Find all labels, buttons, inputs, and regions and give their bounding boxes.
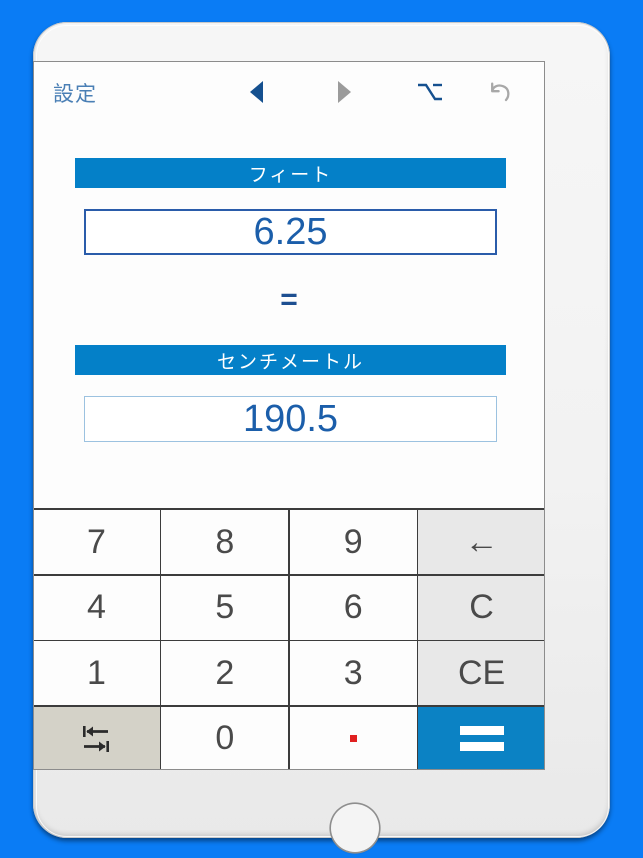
menu-button[interactable] <box>534 62 545 121</box>
option-key-icon <box>418 83 442 100</box>
key-1-label: 1 <box>86 653 106 692</box>
key-7[interactable]: 7 <box>34 510 160 575</box>
home-button[interactable] <box>331 804 379 852</box>
key-9[interactable]: 9 <box>289 510 417 575</box>
key-backspace-label: ← <box>464 522 499 561</box>
from-value-input[interactable]: 6.25 <box>84 209 497 255</box>
settings-link[interactable]: 設定 <box>53 78 97 108</box>
equals-icon <box>459 726 504 752</box>
key-0-label: 0 <box>215 719 235 758</box>
conversion-panel: フィート 6.25 = センチメートル 190.5 <box>34 122 544 508</box>
equals-separator: = <box>280 283 298 316</box>
key-clear-label: C <box>469 588 494 627</box>
key-3[interactable]: 3 <box>289 641 417 706</box>
swap-units-icon <box>83 725 110 752</box>
key-6[interactable]: 6 <box>289 575 417 640</box>
to-value-input[interactable]: 190.5 <box>84 396 497 442</box>
key-4[interactable]: 4 <box>34 575 160 640</box>
triangle-right-icon <box>337 80 351 103</box>
key-5[interactable]: 5 <box>161 575 289 640</box>
decimal-point-icon <box>349 735 357 743</box>
key-decimal[interactable] <box>289 706 417 769</box>
key-clear[interactable]: C <box>418 575 544 640</box>
to-unit-selector[interactable]: センチメートル <box>75 345 506 375</box>
key-3-label: 3 <box>343 653 363 692</box>
previous-button[interactable] <box>230 62 282 121</box>
key-clear-entry-label: CE <box>457 653 506 692</box>
key-9-label: 9 <box>343 522 363 561</box>
key-equals[interactable] <box>418 706 544 769</box>
from-unit-selector[interactable]: フィート <box>75 158 506 188</box>
key-2[interactable]: 2 <box>161 641 289 706</box>
key-2-label: 2 <box>215 653 235 692</box>
key-swap-units[interactable] <box>34 706 160 769</box>
key-8-label: 8 <box>215 522 235 561</box>
key-backspace[interactable]: ← <box>418 510 544 575</box>
key-0[interactable]: 0 <box>161 706 289 769</box>
key-7-label: 7 <box>86 522 106 561</box>
hamburger-menu-icon <box>543 82 545 102</box>
key-8[interactable]: 8 <box>161 510 289 575</box>
triangle-left-icon <box>249 80 263 103</box>
undo-arrow-icon <box>491 81 510 101</box>
key-6-label: 6 <box>343 588 363 627</box>
key-4-label: 4 <box>86 588 106 627</box>
key-clear-entry[interactable]: CE <box>418 641 544 706</box>
app-screen: 設定 フィート 6.25 = センチメートル 190.5 7 8 9 ← 4 5… <box>33 61 545 770</box>
app-toolbar: 設定 <box>34 62 544 122</box>
option-key-button[interactable] <box>404 62 456 121</box>
numeric-keypad: 7 8 9 ← 4 5 6 C 1 2 3 CE 0 <box>34 508 544 769</box>
next-button[interactable] <box>318 62 370 121</box>
undo-button[interactable] <box>474 62 526 121</box>
key-5-label: 5 <box>215 588 235 627</box>
key-1[interactable]: 1 <box>34 641 160 706</box>
desktop-background: 設定 フィート 6.25 = センチメートル 190.5 7 8 9 ← 4 5… <box>0 0 643 858</box>
